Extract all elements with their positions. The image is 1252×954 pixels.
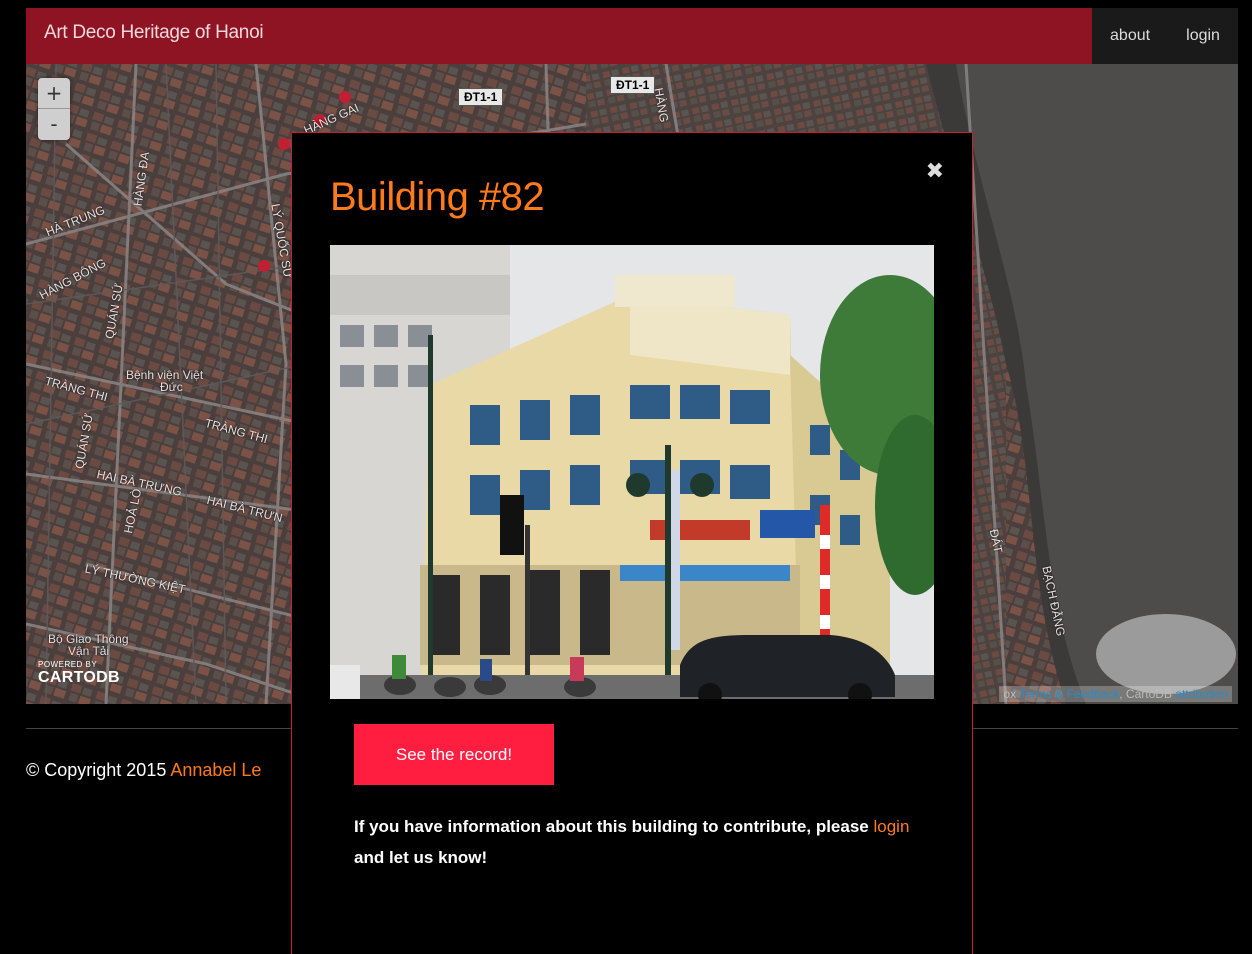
nav-link-about[interactable]: about <box>1110 27 1150 45</box>
login-link[interactable]: login <box>873 817 909 836</box>
nav-links: about login <box>1092 8 1238 64</box>
page: Art Deco Heritage of Hanoi about login +… <box>8 8 1252 954</box>
zoom-in-button[interactable]: + <box>38 78 70 109</box>
contribute-message: If you have information about this build… <box>354 817 910 867</box>
modal-title: Building #82 <box>330 175 545 219</box>
attribution-link[interactable]: attribution <box>1175 687 1228 701</box>
terms-feedback-link[interactable]: Terms & Feedback <box>1019 687 1119 701</box>
zoom-control: + - <box>38 78 70 140</box>
see-record-button[interactable]: See the record! <box>354 724 554 785</box>
building-photo <box>330 245 934 699</box>
cartodb-logo[interactable]: POWERED BY CARTODB <box>38 660 120 687</box>
poi-label: Đức <box>160 380 183 394</box>
zoom-out-button[interactable]: - <box>38 109 70 140</box>
road-shield: ĐT1-1 <box>610 76 656 94</box>
map-attribution: ox Terms & Feedback, CartoDB attribution <box>999 686 1232 702</box>
building-modal: ✖ Building #82 See the record! If you ha… <box>291 132 973 954</box>
close-icon[interactable]: ✖ <box>926 159 944 184</box>
author-link[interactable]: Annabel Le <box>170 760 261 780</box>
nav-link-login[interactable]: login <box>1186 27 1220 45</box>
poi-label: Vận Tải <box>68 644 110 658</box>
navbar: Art Deco Heritage of Hanoi about login <box>26 8 1238 64</box>
road-shield: ĐT1-1 <box>458 88 504 106</box>
site-brand[interactable]: Art Deco Heritage of Hanoi <box>44 22 264 44</box>
copyright: © Copyright 2015 Annabel Le <box>26 760 262 780</box>
